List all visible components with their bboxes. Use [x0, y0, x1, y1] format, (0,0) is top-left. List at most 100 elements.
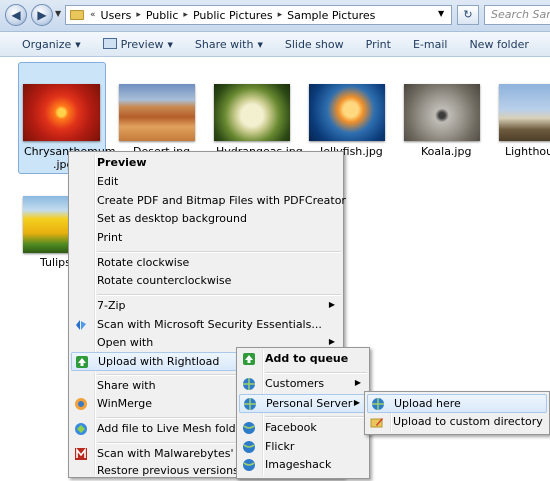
breadcrumb-public-pictures[interactable]: Public Pictures	[190, 9, 276, 22]
menu-item-rotate-clockwise[interactable]: Rotate clockwise	[71, 254, 341, 273]
menu-item-scan-mse[interactable]: Scan with Microsoft Security Essentials.…	[71, 316, 341, 335]
breadcrumb-overflow-icon[interactable]: «	[88, 10, 98, 20]
menu-item-label: Open with	[97, 336, 154, 349]
slide-show-button[interactable]: Slide show	[285, 38, 344, 51]
menu-item-label: Share with	[97, 379, 156, 392]
menu-separator	[265, 372, 367, 374]
folder-icon	[70, 10, 84, 20]
breadcrumb[interactable]: « Users ▸ Public ▸ Public Pictures ▸ Sam…	[65, 5, 452, 25]
malwarebytes-icon	[75, 447, 87, 460]
email-button[interactable]: E-mail	[413, 38, 448, 51]
menu-item-edit[interactable]: Edit	[71, 173, 341, 192]
file-name[interactable]: Tulips	[40, 256, 71, 269]
command-bar: Organize ▼ Preview ▼ Share with ▼ Slide sho…	[0, 32, 550, 57]
submenu-arrow-icon: ▶	[353, 398, 360, 407]
breadcrumb-separator-icon[interactable]: ▸	[276, 10, 285, 20]
koala-thumbnail[interactable]	[404, 84, 480, 141]
share-with-button[interactable]: Share with ▼	[195, 38, 263, 51]
globe-server-icon	[372, 398, 384, 410]
breadcrumb-sample-pictures[interactable]: Sample Pictures	[284, 9, 378, 22]
hydrangeas-thumbnail[interactable]	[214, 84, 290, 141]
menu-item-print[interactable]: Print	[71, 229, 341, 248]
globe-icon	[243, 441, 255, 453]
menu-item-label: Scan with Microsoft Security Essentials.…	[97, 318, 322, 331]
caret-down-icon: ▼	[167, 40, 173, 49]
menu-separator	[265, 416, 367, 418]
caret-down-icon: ▼	[75, 40, 81, 49]
breadcrumb-separator-icon[interactable]: ▸	[134, 10, 143, 20]
forward-button[interactable]: ▶	[31, 4, 53, 26]
globe-server-icon	[244, 398, 256, 410]
globe-icon	[243, 459, 255, 471]
preview-button[interactable]: Preview ▼	[102, 37, 173, 51]
menu-item-label: Set as desktop background	[97, 212, 247, 225]
submenu-arrow-icon: ▶	[354, 378, 361, 387]
live-mesh-icon	[75, 423, 87, 435]
menu-item-label: Restore previous versions	[97, 464, 239, 477]
menu-item-label: Add to queue	[265, 352, 349, 365]
menu-separator	[97, 294, 341, 296]
submenu-arrow-icon: ▶	[328, 300, 335, 309]
lighthouse-thumbnail[interactable]	[499, 84, 550, 141]
preview-icon	[102, 37, 117, 49]
upload-arrow-icon	[76, 356, 88, 368]
jellyfish-thumbnail[interactable]	[309, 84, 385, 141]
share-with-label: Share with	[194, 37, 254, 51]
print-button[interactable]: Print	[366, 38, 391, 51]
chrysanthemum-thumbnail[interactable]	[23, 84, 100, 141]
menu-item-flickr[interactable]: Flickr	[239, 438, 367, 457]
file-name[interactable]: Koala.jpg	[421, 145, 471, 158]
personal-server-submenu: Upload here Upload to custom directory	[364, 391, 550, 435]
menu-item-desktop-background[interactable]: Set as desktop background	[71, 210, 341, 229]
menu-item-label: 7-Zip	[97, 299, 126, 312]
address-dropdown-icon[interactable]: ▼	[438, 9, 444, 18]
menu-item-label: Rotate counterclockwise	[97, 274, 232, 287]
winmerge-icon	[75, 398, 87, 410]
menu-separator	[97, 251, 341, 253]
menu-item-personal-server[interactable]: Personal Server ▶	[239, 394, 367, 413]
search-input[interactable]: Search Samp	[484, 5, 550, 25]
menu-item-label: Customers	[265, 377, 325, 390]
menu-item-label: Facebook	[265, 421, 317, 434]
menu-item-customers[interactable]: Customers ▶	[239, 375, 367, 394]
globe-server-icon	[243, 378, 255, 390]
menu-item-upload-custom-directory[interactable]: Upload to custom directory	[367, 413, 547, 432]
globe-icon	[243, 422, 255, 434]
menu-item-upload-here[interactable]: Upload here	[367, 394, 547, 413]
menu-item-add-to-queue[interactable]: Add to queue	[239, 350, 367, 369]
menu-item-label: Create PDF and Bitmap Files with PDFCrea…	[97, 194, 346, 207]
upload-arrow-icon	[243, 353, 255, 365]
rightload-submenu: Add to queue Customers ▶ Personal Server ▶…	[236, 347, 370, 479]
file-name[interactable]: Lighthous	[505, 145, 550, 158]
menu-item-label: Upload with Rightload	[98, 355, 220, 368]
menu-item-label: Imageshack	[265, 458, 332, 471]
tulips-thumbnail[interactable]	[23, 196, 70, 253]
menu-item-label: Print	[97, 231, 123, 244]
address-bar: ◀ ▶ ▼ « Users ▸ Public ▸ Public Pictures…	[0, 0, 550, 32]
menu-item-label: Edit	[97, 175, 119, 188]
new-folder-button[interactable]: New folder	[469, 38, 528, 51]
organize-label: Organize	[22, 37, 72, 51]
menu-item-rotate-counterclockwise[interactable]: Rotate counterclockwise	[71, 272, 341, 291]
menu-item-label: WinMerge	[97, 397, 152, 410]
menu-item-facebook[interactable]: Facebook	[239, 419, 367, 438]
menu-item-label: Upload here	[394, 397, 461, 410]
menu-item-7zip[interactable]: 7-Zip ▶	[71, 297, 341, 316]
security-essentials-icon	[76, 320, 86, 330]
organize-button[interactable]: Organize ▼	[22, 38, 81, 51]
menu-item-preview[interactable]: Preview	[71, 154, 341, 173]
recent-pages-chevron-icon[interactable]: ▼	[55, 9, 61, 18]
folder-edit-icon	[370, 418, 383, 428]
menu-item-imageshack[interactable]: Imageshack	[239, 456, 367, 475]
back-button[interactable]: ◀	[5, 4, 27, 26]
menu-item-label: Personal Server	[266, 397, 353, 410]
breadcrumb-public[interactable]: Public	[143, 9, 182, 22]
breadcrumb-separator-icon[interactable]: ▸	[181, 10, 190, 20]
menu-item-label: Add file to Live Mesh folder...	[97, 422, 257, 435]
submenu-arrow-icon: ▶	[328, 337, 335, 346]
menu-item-label: Rotate clockwise	[97, 256, 190, 269]
refresh-button[interactable]: ↻	[457, 5, 479, 25]
menu-item-pdfcreator[interactable]: Create PDF and Bitmap Files with PDFCrea…	[71, 192, 346, 211]
desert-thumbnail[interactable]	[119, 84, 195, 141]
breadcrumb-users[interactable]: Users	[98, 9, 135, 22]
